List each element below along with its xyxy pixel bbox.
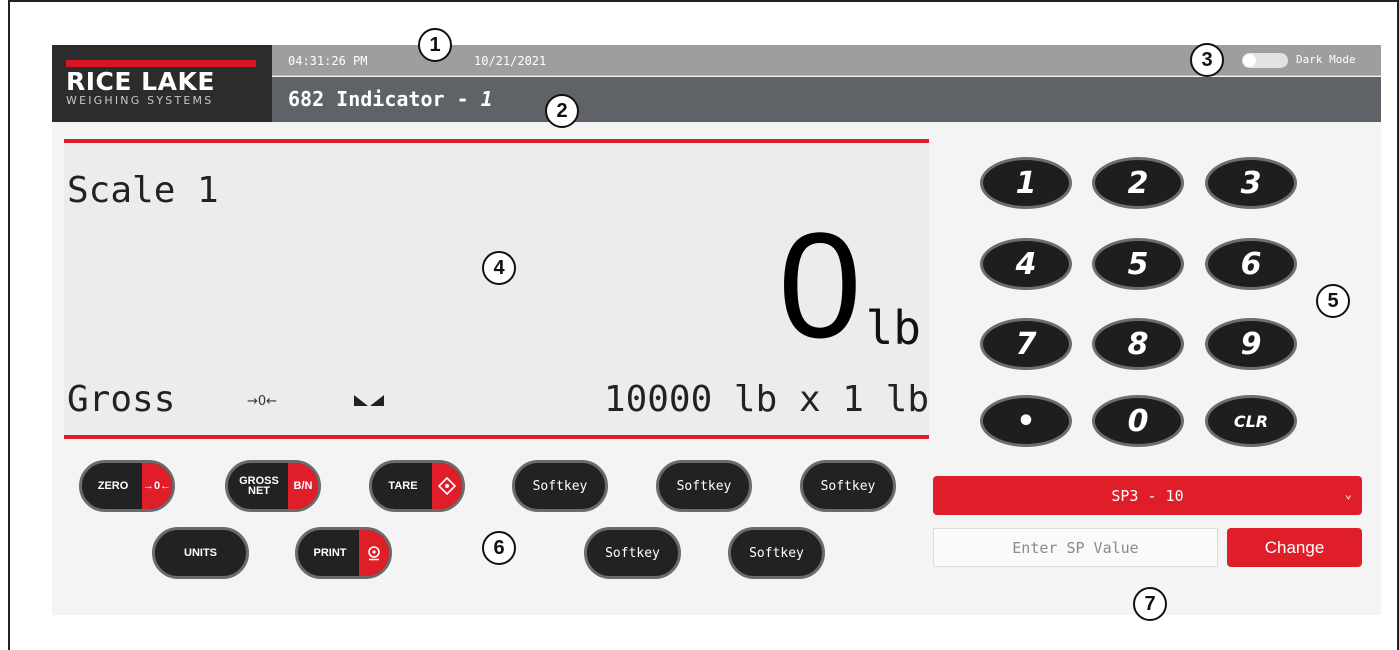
- tare-button[interactable]: TARE: [369, 460, 465, 512]
- zero-button[interactable]: ZERO →0←: [79, 460, 175, 512]
- keypad-3[interactable]: 3: [1205, 157, 1297, 209]
- callout-1: 1: [418, 28, 452, 62]
- tare-button-label: TARE: [388, 480, 418, 492]
- keypad-7[interactable]: 7: [980, 318, 1072, 370]
- keypad-decimal[interactable]: •: [980, 395, 1072, 447]
- logo-subtitle-text: WEIGHING SYSTEMS: [66, 94, 214, 107]
- toggle-knob: [1243, 54, 1256, 67]
- callout-7: 7: [1133, 587, 1167, 621]
- tare-icon: [432, 463, 462, 509]
- callout-2: 2: [545, 94, 579, 128]
- keypad-2[interactable]: 2: [1092, 157, 1184, 209]
- callout-5: 5: [1316, 284, 1350, 318]
- print-button-label: PRINT: [313, 547, 347, 559]
- softkey-button-5[interactable]: Softkey: [728, 527, 825, 579]
- keypad-0[interactable]: 0: [1092, 395, 1184, 447]
- zero-icon: →0←: [142, 463, 172, 509]
- keypad-9[interactable]: 9: [1205, 318, 1297, 370]
- keypad-6[interactable]: 6: [1205, 238, 1297, 290]
- scale-name: Scale 1: [67, 170, 219, 211]
- page-title: 682 Indicator - 1: [288, 87, 493, 111]
- softkey-button-1[interactable]: Softkey: [512, 460, 608, 512]
- gross-net-button[interactable]: GROSS NET B/N: [225, 460, 321, 512]
- zero-button-label: ZERO: [97, 480, 129, 492]
- logo-red-bar: [66, 60, 256, 67]
- keypad-8[interactable]: 8: [1092, 318, 1184, 370]
- weight-mode: Gross: [67, 379, 176, 420]
- softkey-button-3[interactable]: Softkey: [800, 460, 896, 512]
- gross-net-label: GROSS NET: [228, 476, 290, 497]
- net-label: NET: [248, 485, 270, 497]
- softkey-button-2[interactable]: Softkey: [656, 460, 752, 512]
- setpoint-value-input[interactable]: [933, 528, 1218, 567]
- title-number: 1: [480, 87, 493, 111]
- dark-mode-toggle[interactable]: [1242, 53, 1288, 68]
- rice-lake-logo: RICE LAKE WEIGHING SYSTEMS: [52, 45, 272, 122]
- weight-unit: lb: [865, 301, 921, 355]
- title-text: 682 Indicator -: [288, 87, 481, 111]
- weight-value: 0: [778, 201, 862, 369]
- standstill-icon: [354, 393, 386, 412]
- dark-mode-label: Dark Mode: [1296, 53, 1356, 66]
- gross-net-icon: B/N: [288, 463, 318, 509]
- callout-3: 3: [1190, 43, 1224, 77]
- keypad-4[interactable]: 4: [980, 238, 1072, 290]
- capacity-graduation: 10000 lb x 1 lb: [603, 379, 929, 420]
- callout-6: 6: [482, 531, 516, 565]
- chevron-down-icon: ⌄: [1344, 487, 1352, 501]
- setpoint-selected-value: SP3 - 10: [1111, 486, 1184, 505]
- units-button[interactable]: UNITS: [152, 527, 249, 579]
- callout-4: 4: [482, 251, 516, 285]
- title-bar: 682 Indicator - 1: [272, 77, 1381, 122]
- clock-date: 10/21/2021: [474, 54, 547, 68]
- keypad-1[interactable]: 1: [980, 157, 1072, 209]
- logo-brand-text: RICE LAKE: [66, 67, 215, 96]
- setpoint-select[interactable]: SP3 - 10 ⌄: [933, 476, 1362, 515]
- change-button[interactable]: Change: [1227, 528, 1362, 567]
- softkey-button-4[interactable]: Softkey: [584, 527, 681, 579]
- weight-readout: 0 lb: [778, 201, 921, 369]
- weight-display: Scale 1 0 lb Gross →0← 10000 lb x 1 lb: [64, 139, 929, 439]
- center-of-zero-icon: →0←: [247, 394, 278, 409]
- indicator-app: RICE LAKE WEIGHING SYSTEMS 04:31:26 PM 1…: [52, 45, 1381, 615]
- keypad-clear[interactable]: CLR: [1205, 395, 1297, 447]
- keypad-5[interactable]: 5: [1092, 238, 1184, 290]
- print-button[interactable]: PRINT: [295, 527, 392, 579]
- print-icon: [359, 530, 389, 576]
- clock-time: 04:31:26 PM: [288, 54, 368, 68]
